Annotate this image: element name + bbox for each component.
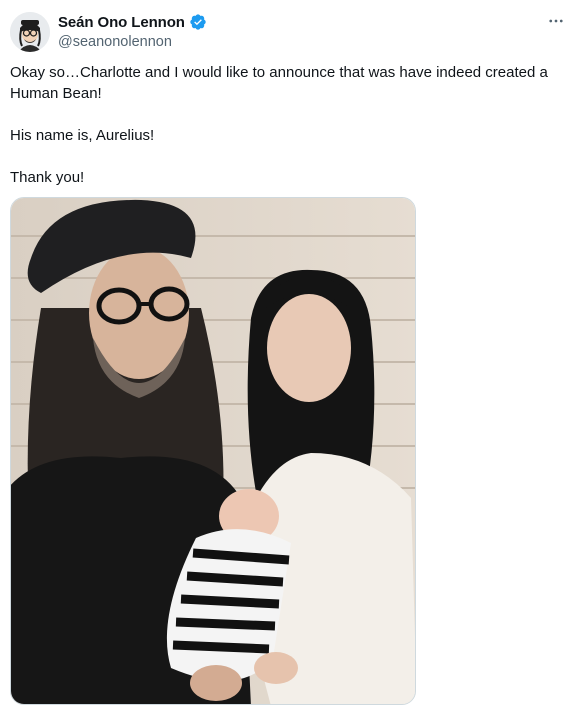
more-horizontal-icon[interactable] [545,10,567,32]
tweet-header: Seán Ono Lennon @seanonolennon [10,10,571,58]
display-name[interactable]: Seán Ono Lennon [58,14,185,31]
tweet-paragraph: Thank you! [10,169,85,186]
tweet-paragraph: His name is, Aurelius! [10,127,155,144]
tweet-photo[interactable] [10,197,416,705]
tweet-text: Okay so…Charlotte and I would like to an… [10,62,570,188]
verified-badge-icon [189,13,207,31]
handle[interactable]: @seanonolennon [58,34,207,50]
avatar[interactable] [10,12,50,52]
name-row: Seán Ono Lennon [58,12,207,32]
author-names: Seán Ono Lennon @seanonolennon [58,12,207,50]
tweet-paragraph: Okay so…Charlotte and I would like to an… [10,64,548,102]
